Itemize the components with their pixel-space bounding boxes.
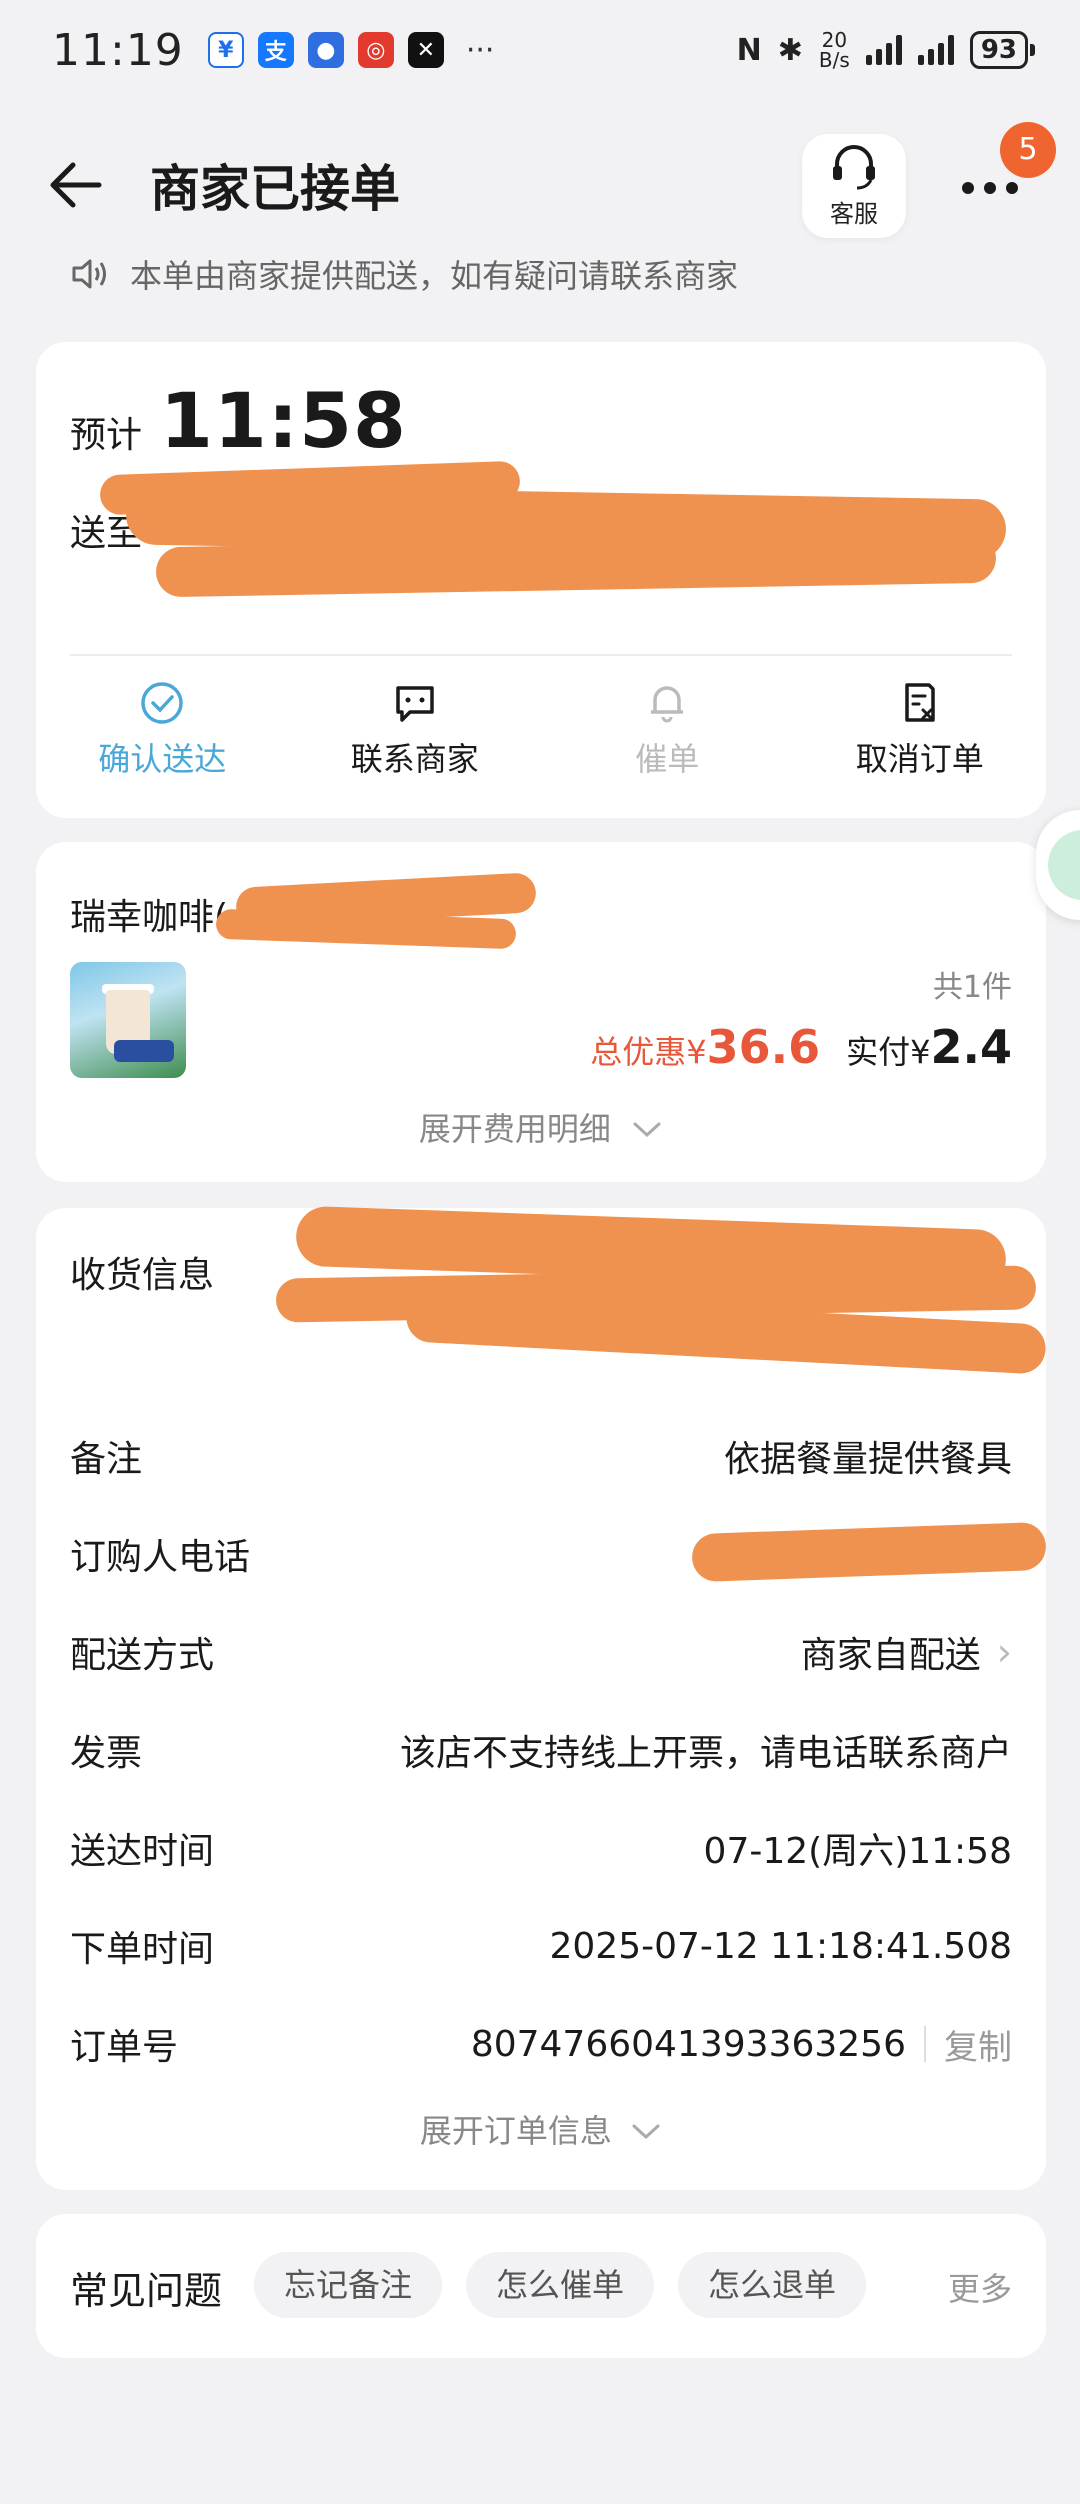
faq-chip-forgot-note[interactable]: 忘记备注 (254, 2252, 443, 2318)
order-info-card: 收货信息 备注 依据餐量提供餐具 订购人电话 配送方式 商家自配送 › 发票 该… (36, 1205, 1047, 2190)
note-value: 依据餐量提供餐具 (723, 1439, 1012, 1480)
signal-icon-2 (917, 35, 954, 65)
delivery-method-row[interactable]: 配送方式 商家自配送 › (70, 1626, 1012, 1678)
delivery-status-card: 预计 11:58 送至 确认送达 联系商家 催单 取消订单 (36, 342, 1046, 818)
paid-label: 实付¥ (846, 1033, 931, 1071)
chat-icon (396, 686, 434, 722)
store-name[interactable]: 瑞幸咖啡( (70, 888, 228, 940)
contact-merchant-button[interactable]: 联系商家 (289, 680, 542, 780)
divider (70, 654, 1012, 656)
chevron-down-icon (633, 1122, 661, 1138)
customer-service-button[interactable]: 客服 (802, 134, 906, 238)
status-time: 11:19 (52, 24, 184, 76)
more-notifications-icon: ··· (465, 32, 495, 68)
more-dots-icon (962, 182, 1018, 194)
bluetooth-icon: ✱ (777, 32, 803, 68)
confirm-delivery-button[interactable]: 确认送达 (36, 680, 289, 780)
status-bar: 11:19 ¥ 支 ● ◎ ✕ ··· N ✱ 20 B/s 93 (0, 0, 1080, 100)
eta-row: 预计 11:58 (70, 376, 407, 465)
check-circle-icon (141, 682, 183, 724)
order-number-row: 订单号 8074766041393363256 复制 (70, 2018, 1012, 2070)
speaker-icon (72, 259, 106, 289)
faq-more-link[interactable]: 更多 (948, 2264, 1012, 2310)
notification-badge: 5 (1000, 122, 1056, 178)
black-app-icon: ✕ (407, 32, 444, 68)
phone-label: 订购人电话 (70, 1537, 251, 1578)
expand-order-label: 展开订单信息 (419, 2112, 612, 2150)
expand-fee-details-button[interactable]: 展开费用明细 (36, 1104, 1046, 1150)
eta-time: 11:58 (160, 376, 407, 465)
yuan-app-icon: ¥ (207, 32, 244, 68)
status-right: N ✱ 20 B/s 93 (736, 30, 1036, 70)
order-time-value: 2025-07-12 11:18:41.508 (549, 1925, 1013, 1967)
delivery-method-value: 商家自配送 (800, 1635, 981, 1676)
eta-label: 预计 (70, 415, 143, 456)
nfc-icon: N (736, 32, 762, 68)
invoice-row: 发票 该店不支持线上开票，请电话联系商户 (70, 1724, 1012, 1776)
chevron-right-icon: › (996, 1630, 1012, 1674)
note-row: 备注 依据餐量提供餐具 (70, 1430, 1012, 1482)
delivery-actions: 确认送达 联系商家 催单 取消订单 (36, 680, 1046, 780)
network-speed: 20 B/s (819, 30, 850, 70)
alipay-app-icon: 支 (257, 32, 294, 68)
copy-separator (924, 2026, 926, 2062)
arrive-time-row: 送达时间 07-12(周六)11:58 (70, 1822, 1012, 1874)
paid-value: 2.4 (930, 1020, 1013, 1074)
arrive-time-label: 送达时间 (70, 1831, 215, 1872)
confirm-delivery-label: 确认送达 (98, 740, 227, 778)
price-summary: 总优惠¥ 36.6 实付¥ 2.4 (590, 1020, 1012, 1074)
order-time-row: 下单时间 2025-07-12 11:18:41.508 (70, 1920, 1012, 1972)
store-order-card: 瑞幸咖啡( 共1件 总优惠¥ 36.6 实付¥ 2.4 展开费用明细 (36, 842, 1046, 1182)
expand-fee-label: 展开费用明细 (418, 1110, 611, 1148)
cancel-order-button[interactable]: 取消订单 (794, 680, 1047, 780)
total-discount-label: 总优惠¥ (590, 1033, 707, 1071)
invoice-value: 该店不支持线上开票，请电话联系商户 (399, 1733, 1012, 1774)
expand-order-info-button[interactable]: 展开订单信息 (36, 2106, 1046, 2152)
cancel-order-label: 取消订单 (855, 740, 984, 778)
order-time-label: 下单时间 (70, 1929, 215, 1970)
faq-chips: 忘记备注 怎么催单 怎么退单 (254, 2252, 867, 2318)
note-label: 备注 (70, 1439, 143, 1480)
receiver-label: 收货信息 (70, 1255, 215, 1296)
headset-icon (833, 144, 875, 189)
total-discount-value: 36.6 (706, 1020, 821, 1074)
contact-merchant-label: 联系商家 (350, 740, 479, 778)
product-image[interactable] (70, 962, 186, 1078)
cancel-order-icon (905, 683, 935, 722)
signal-icon (865, 35, 902, 65)
urge-order-label: 催单 (635, 740, 700, 778)
notice-text: 本单由商家提供配送，如有疑问请联系商家 (130, 257, 739, 295)
faq-card: 常见问题 忘记备注 怎么催单 怎么退单 更多 (36, 2214, 1046, 2358)
delivery-method-label: 配送方式 (70, 1635, 215, 1676)
delivery-notice: 本单由商家提供配送，如有疑问请联系商家 (36, 250, 1046, 298)
nav-bar: 商家已接单 客服 5 (0, 120, 1080, 250)
bell-icon (651, 686, 684, 723)
page-title: 商家已接单 (150, 160, 400, 218)
urge-order-button[interactable]: 催单 (541, 680, 794, 780)
arrive-time-value: 07-12(周六)11:58 (703, 1831, 1012, 1872)
back-arrow-icon[interactable] (40, 150, 110, 220)
status-app-icons: ¥ 支 ● ◎ ✕ ··· (207, 32, 495, 68)
battery-indicator: 93 (969, 31, 1036, 69)
faq-chip-urge-order[interactable]: 怎么催单 (466, 2252, 655, 2318)
blue-app-icon: ● (307, 32, 344, 68)
customer-service-label: 客服 (830, 199, 878, 228)
faq-chip-refund[interactable]: 怎么退单 (678, 2252, 867, 2318)
item-count: 共1件 (932, 970, 1012, 1005)
copy-order-number-button[interactable]: 复制 (944, 2020, 1012, 2069)
invoice-label: 发票 (70, 1733, 143, 1774)
order-number-value: 8074766041393363256 (470, 2023, 906, 2065)
network-speed-value: 20 (821, 28, 848, 52)
faq-title: 常见问题 (70, 2269, 223, 2313)
chevron-down-icon (632, 2124, 660, 2140)
network-speed-unit: B/s (818, 48, 850, 72)
red-app-icon: ◎ (357, 32, 394, 68)
order-number-label: 订单号 (70, 2027, 179, 2068)
